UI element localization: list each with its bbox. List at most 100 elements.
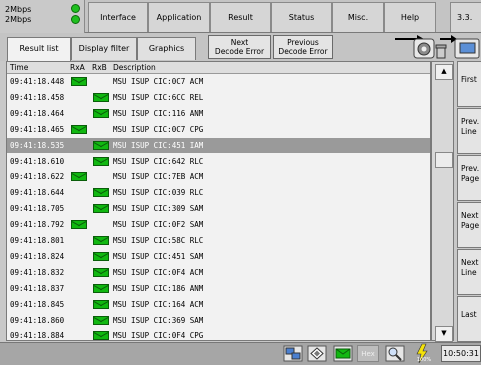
scroll-up-arrow-icon[interactable]: ▲ — [435, 64, 453, 80]
line-rate-indicator: 2Mbps 2Mbps — [0, 0, 85, 33]
tab-result-list[interactable]: Result list — [7, 37, 71, 61]
table-row[interactable]: 09:41:18.535 MSU ISUP CIC:451 IAM — [7, 137, 430, 153]
table-row[interactable]: 09:41:18.832 MSU ISUP CIC:0F4 ACM — [7, 265, 430, 280]
row-description: MSU ISUP CIC:6CC REL — [113, 92, 204, 102]
prev-line-label-2: Line — [461, 127, 477, 136]
envelope-icon — [93, 267, 109, 277]
settings-diamond-icon[interactable] — [307, 345, 327, 362]
menu-result[interactable]: Result — [210, 2, 271, 32]
arrow-right-icon — [440, 35, 457, 43]
record-control-icons[interactable] — [393, 34, 481, 61]
next-error-label-2: Decode Error — [214, 47, 265, 56]
next-line-button[interactable]: Next Line — [457, 249, 481, 295]
table-scrollbar[interactable]: ▲ ▼ — [431, 61, 454, 342]
tab-display-filter[interactable]: Display filter — [71, 37, 137, 60]
message-icon[interactable] — [333, 345, 353, 362]
zoom-icon[interactable] — [385, 345, 405, 362]
column-header-rxa: RxA — [70, 63, 85, 72]
row-description: MSU ISUP CIC:0F4 CPG — [113, 331, 204, 341]
table-row[interactable]: 09:41:18.465 MSU ISUP CIC:0C7 CPG — [7, 122, 430, 137]
table-row[interactable]: 09:41:18.884 MSU ISUP CIC:0F4 CPG — [7, 328, 430, 341]
prev-page-label-1: Prev. — [461, 164, 480, 173]
envelope-icon — [71, 77, 87, 86]
last-label: Last — [461, 310, 477, 319]
prev-error-label-1: Previous — [287, 38, 319, 47]
scroll-thumb[interactable] — [435, 152, 453, 168]
last-button[interactable]: Last — [457, 296, 481, 342]
row-time: 09:41:18.465 — [10, 124, 65, 134]
envelope-icon — [93, 251, 109, 261]
row-time: 09:41:18.860 — [10, 315, 65, 325]
envelope-icon — [93, 108, 109, 118]
table-row[interactable]: 09:41:18.792 MSU ISUP CIC:0F2 SAM — [7, 217, 430, 232]
envelope-icon — [93, 204, 109, 214]
envelope-icon — [93, 283, 109, 293]
envelope-icon — [93, 188, 109, 198]
scroll-down-arrow-icon[interactable]: ▼ — [435, 326, 453, 342]
envelope-icon — [93, 92, 109, 102]
menu-status[interactable]: Status — [271, 2, 332, 32]
prev-line-button[interactable]: Prev. Line — [457, 108, 481, 154]
table-row[interactable]: 09:41:18.860 MSU ISUP CIC:369 SAM — [7, 313, 430, 328]
prev-page-label-2: Page — [461, 174, 480, 183]
row-time: 09:41:18.622 — [10, 172, 65, 182]
menu-application[interactable]: Application — [148, 2, 210, 32]
prev-page-button[interactable]: Prev. Page — [457, 155, 481, 201]
row-description: MSU ISUP CIC:116 ANM — [113, 108, 204, 118]
envelope-icon — [93, 156, 109, 166]
tab-graphics[interactable]: Graphics — [137, 37, 196, 60]
menu-help[interactable]: Help — [384, 2, 436, 32]
envelope-icon — [71, 124, 87, 134]
table-header: Time RxA RxB Description — [7, 62, 430, 74]
envelope-icon — [71, 220, 87, 230]
row-time: 09:41:18.464 — [10, 108, 65, 118]
hex-toggle-button[interactable]: Hex — [357, 345, 379, 362]
row-time: 09:41:18.845 — [10, 299, 65, 309]
row-time: 09:41:18.644 — [10, 188, 65, 198]
menu-version[interactable]: 3.3. — [450, 2, 481, 32]
envelope-icon — [93, 315, 109, 325]
table-row[interactable]: 09:41:18.705 MSU ISUP CIC:309 SAM — [7, 201, 430, 216]
row-time: 09:41:18.792 — [10, 220, 65, 230]
row-time: 09:41:18.610 — [10, 156, 65, 166]
monitor-icon[interactable] — [454, 38, 480, 59]
row-time: 09:41:18.458 — [10, 92, 65, 102]
table-row[interactable]: 09:41:18.644 MSU ISUP CIC:039 RLC — [7, 185, 430, 200]
status-led-icon — [71, 4, 80, 13]
next-decode-error-button[interactable]: Next Decode Error — [208, 35, 271, 59]
table-row[interactable]: 09:41:18.448 MSU ISUP CIC:0C7 ACM — [7, 74, 430, 89]
row-time: 09:41:18.837 — [10, 283, 65, 293]
envelope-icon — [93, 236, 109, 245]
table-row[interactable]: 09:41:18.837 MSU ISUP CIC:186 ANM — [7, 281, 430, 296]
envelope-icon — [93, 299, 109, 309]
previous-decode-error-button[interactable]: Previous Decode Error — [273, 35, 333, 59]
table-row[interactable]: 09:41:18.458 MSU ISUP CIC:6CC REL — [7, 90, 430, 105]
row-description: MSU ISUP CIC:164 ACM — [113, 299, 204, 309]
network-icon[interactable] — [283, 345, 303, 362]
column-header-time: Time — [10, 63, 29, 72]
status-bar — [0, 342, 481, 365]
menu-interface[interactable]: Interface — [88, 2, 148, 32]
table-row[interactable]: 09:41:18.464 MSU ISUP CIC:116 ANM — [7, 106, 430, 121]
result-list-table[interactable]: Time RxA RxB Description 09:41:18.448 MSU… — [6, 61, 431, 341]
row-description: MSU ISUP CIC:186 ANM — [113, 283, 204, 293]
next-page-button[interactable]: Next Page — [457, 202, 481, 248]
record-icon[interactable] — [413, 38, 435, 59]
table-row[interactable]: 09:41:18.610 MSU ISUP CIC:642 RLC — [7, 154, 430, 169]
row-description: MSU ISUP CIC:309 SAM — [113, 204, 204, 214]
menu-misc[interactable]: Misc. — [332, 2, 384, 32]
table-row[interactable]: 09:41:18.801 MSU ISUP CIC:58C RLC — [7, 233, 430, 248]
row-description: MSU ISUP CIC:7EB ACM — [113, 172, 204, 182]
row-time: 09:41:18.535 — [10, 140, 65, 150]
next-line-label-2: Line — [461, 268, 477, 277]
table-row[interactable]: 09:41:18.622 MSU ISUP CIC:7EB ACM — [7, 169, 430, 184]
column-header-rxb: RxB — [92, 63, 107, 72]
trash-icon[interactable] — [435, 44, 447, 59]
rate-line-2: 2Mbps — [5, 15, 32, 24]
next-error-label-1: Next — [230, 38, 249, 47]
table-row[interactable]: 09:41:18.845 MSU ISUP CIC:164 ACM — [7, 297, 430, 312]
table-row[interactable]: 09:41:18.824 MSU ISUP CIC:451 SAM — [7, 249, 430, 264]
first-button[interactable]: First — [457, 61, 481, 107]
row-description: MSU ISUP CIC:0C7 ACM — [113, 77, 204, 86]
row-description: MSU ISUP CIC:642 RLC — [113, 156, 204, 166]
